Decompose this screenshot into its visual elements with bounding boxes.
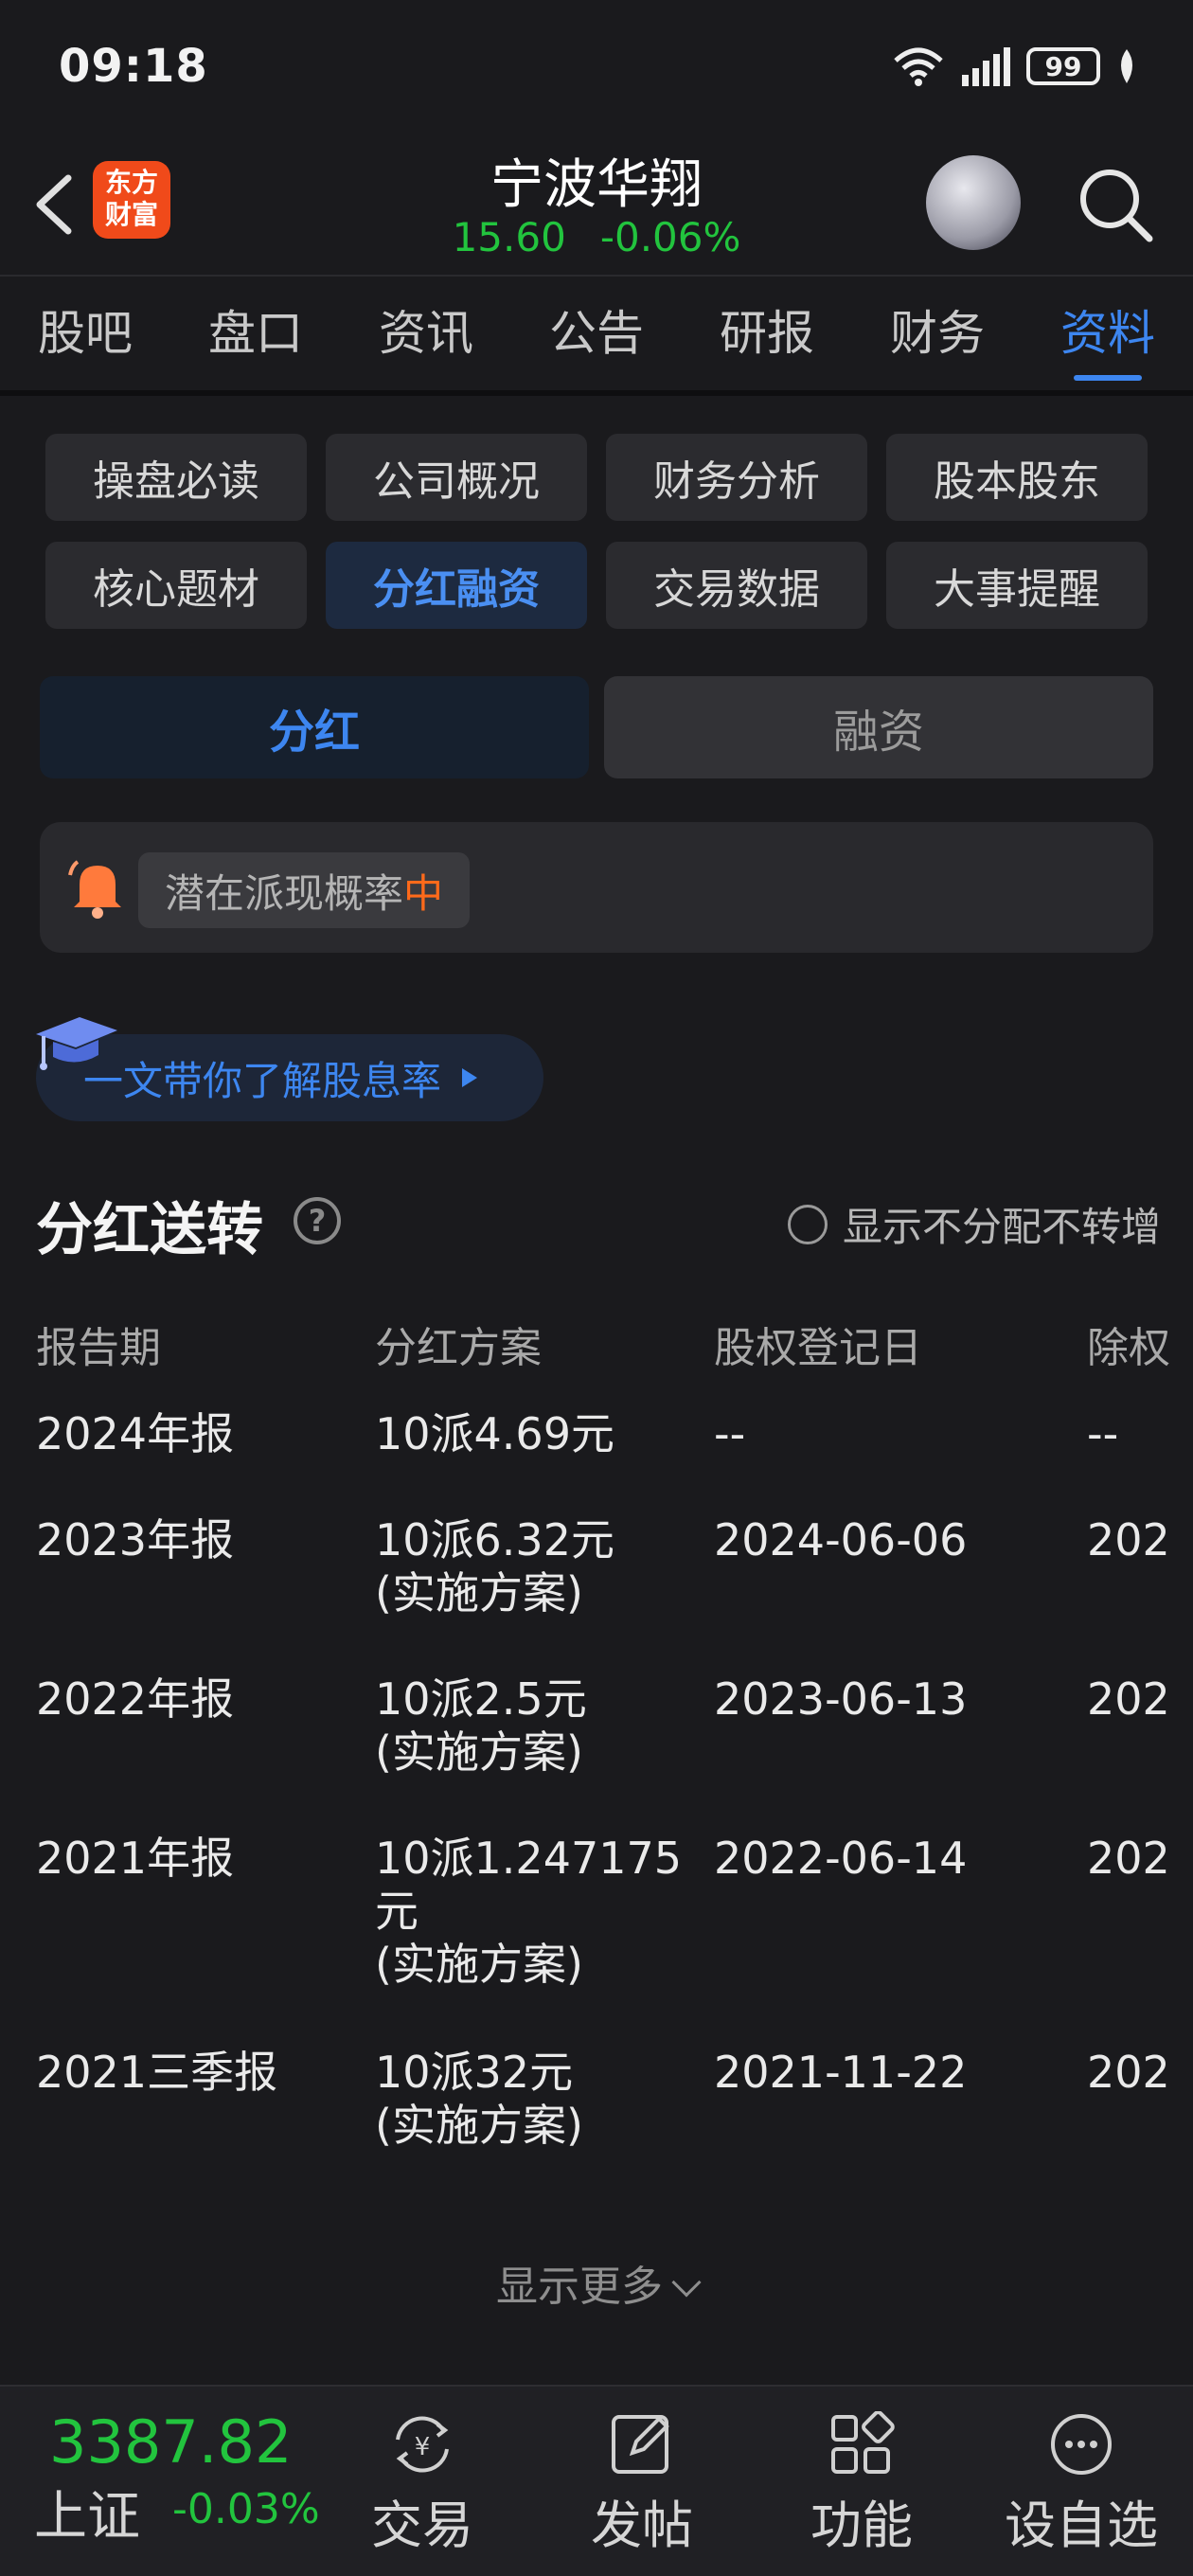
cell-record-date: 2023-06-13 bbox=[714, 1673, 968, 1725]
leaf-icon bbox=[1121, 49, 1132, 83]
bottom-bar: 3387.82 上证 -0.03% ¥ 交易 发帖 功能 设自选 bbox=[0, 2385, 1193, 2576]
segment-dividend[interactable]: 分红 bbox=[40, 676, 589, 778]
payout-probability-card: 潜在派现概率中 bbox=[40, 822, 1153, 953]
tab-pankou[interactable]: 盘口 bbox=[170, 277, 341, 390]
profile-subsections: 操盘必读 公司概况 财务分析 股本股东 核心题材 分红融资 交易数据 大事提醒 bbox=[45, 434, 1149, 629]
stock-price: 15.60 bbox=[452, 214, 566, 260]
battery-indicator: 99 bbox=[1026, 47, 1100, 85]
nav-trade-label: 交易 bbox=[371, 2496, 473, 2555]
header-ex-date[interactable]: 除权 bbox=[1087, 1307, 1193, 1392]
payout-probability-level: 中 bbox=[403, 869, 444, 917]
cell-ex-date: 202 bbox=[1087, 1673, 1170, 1725]
status-bar: 09:18 99 bbox=[0, 0, 1193, 133]
cell-plan: 10派1.247175 元 (实施方案) bbox=[375, 1833, 683, 1990]
status-icons: 99 bbox=[892, 45, 1138, 87]
play-icon bbox=[462, 1068, 478, 1087]
grid-icon bbox=[831, 2411, 895, 2474]
cell-period: 2024年报 bbox=[36, 1408, 235, 1459]
header-plan[interactable]: 分红方案 bbox=[375, 1307, 714, 1392]
index-change: -0.03% bbox=[172, 2485, 320, 2533]
wifi-icon bbox=[894, 47, 943, 86]
cell-plan: 10派2.5元 (实施方案) bbox=[375, 1673, 587, 1778]
cell-ex-date: 202 bbox=[1087, 2047, 1170, 2098]
nav-functions[interactable]: 功能 bbox=[776, 2396, 947, 2558]
dividend-section-title: 分红送转 bbox=[36, 1197, 263, 1263]
main-tabs: 股吧 盘口 资讯 公告 研报 财务 资料 bbox=[0, 275, 1193, 396]
cell-ex-date: -- bbox=[1087, 1408, 1119, 1459]
nav-post-label: 发帖 bbox=[591, 2496, 693, 2555]
tab-research[interactable]: 研报 bbox=[682, 277, 852, 390]
tab-finance[interactable]: 财务 bbox=[852, 277, 1023, 390]
signal-icon bbox=[962, 47, 1010, 86]
more-icon bbox=[1051, 2414, 1112, 2475]
help-icon[interactable]: ? bbox=[294, 1197, 341, 1244]
tab-announcements[interactable]: 公告 bbox=[511, 277, 682, 390]
tab-guba[interactable]: 股吧 bbox=[0, 277, 170, 390]
chip-shareholders[interactable]: 股本股东 bbox=[886, 434, 1148, 521]
cell-record-date: 2021-11-22 bbox=[714, 2047, 968, 2098]
graduation-cap-icon bbox=[36, 1017, 117, 1070]
header-record-date[interactable]: 股权登记日 bbox=[714, 1307, 1087, 1392]
bell-icon bbox=[68, 860, 121, 919]
payout-probability-label: 潜在派现概率 bbox=[165, 869, 404, 917]
cell-record-date: 2024-06-06 bbox=[714, 1514, 968, 1565]
payout-probability-pill[interactable]: 潜在派现概率中 bbox=[138, 852, 471, 928]
index-name: 上证 bbox=[34, 2486, 140, 2548]
cell-record-date: -- bbox=[714, 1408, 746, 1459]
nav-functions-label: 功能 bbox=[810, 2496, 913, 2555]
chip-company-overview[interactable]: 公司概况 bbox=[326, 434, 587, 521]
status-time: 09:18 bbox=[59, 40, 208, 93]
stock-change: -0.06% bbox=[599, 214, 741, 260]
trade-icon: ¥ bbox=[396, 2416, 449, 2473]
chevron-down-icon bbox=[671, 2267, 702, 2298]
table-row[interactable]: 2024年报 10派4.69元 -- -- bbox=[36, 1392, 1193, 1498]
cell-plan: 10派6.32元 (实施方案) bbox=[375, 1514, 614, 1619]
segment-financing[interactable]: 融资 bbox=[604, 676, 1153, 778]
chip-trading-data[interactable]: 交易数据 bbox=[606, 542, 867, 629]
cell-period: 2022年报 bbox=[36, 1673, 235, 1725]
dividend-financing-toggle: 分红 融资 bbox=[40, 676, 1153, 778]
chip-core-themes[interactable]: 核心题材 bbox=[45, 542, 307, 629]
assistant-avatar[interactable] bbox=[926, 155, 1021, 250]
show-more-label: 显示更多 bbox=[496, 2263, 663, 2311]
search-icon[interactable] bbox=[1070, 159, 1161, 250]
nav-add-watchlist[interactable]: 设自选 bbox=[996, 2396, 1166, 2558]
table-row[interactable]: 2021三季报 10派32元 (实施方案) 2021-11-22 202 bbox=[36, 2030, 1193, 2190]
cell-period: 2023年报 bbox=[36, 1514, 235, 1565]
table-header-row: 报告期 分红方案 股权登记日 除权 bbox=[36, 1307, 1193, 1392]
cell-plan: 10派32元 (实施方案) bbox=[375, 2047, 583, 2151]
chip-major-events[interactable]: 大事提醒 bbox=[886, 542, 1148, 629]
stock-header: 东方 财富 宁波华翔 15.60 -0.06% bbox=[0, 133, 1193, 275]
dividend-table: 报告期 分红方案 股权登记日 除权 2024年报 10派4.69元 -- -- … bbox=[36, 1307, 1193, 2190]
table-row[interactable]: 2022年报 10派2.5元 (实施方案) 2023-06-13 202 bbox=[36, 1657, 1193, 1816]
cell-ex-date: 202 bbox=[1087, 1833, 1170, 1884]
promo-text: 一文带你了解股息率 bbox=[83, 1057, 442, 1104]
index-value: 3387.82 bbox=[49, 2407, 293, 2477]
svg-text:¥: ¥ bbox=[415, 2433, 431, 2461]
chip-dividend-financing[interactable]: 分红融资 bbox=[326, 542, 587, 629]
chip-financial-analysis[interactable]: 财务分析 bbox=[606, 434, 867, 521]
nav-add-watchlist-label: 设自选 bbox=[1005, 2496, 1158, 2555]
radio-icon[interactable] bbox=[787, 1204, 828, 1244]
chip-trading-guide[interactable]: 操盘必读 bbox=[45, 434, 307, 521]
cell-record-date: 2022-06-14 bbox=[714, 1833, 968, 1884]
table-row[interactable]: 2023年报 10派6.32元 (实施方案) 2024-06-06 202 bbox=[36, 1498, 1193, 1657]
nav-trade[interactable]: ¥ 交易 bbox=[337, 2396, 507, 2558]
cell-period: 2021年报 bbox=[36, 1833, 235, 1884]
cell-period: 2021三季报 bbox=[36, 2047, 278, 2098]
show-more-button[interactable]: 显示更多 bbox=[0, 2252, 1193, 2313]
toggle-label: 显示不分配不转增 bbox=[842, 1204, 1161, 1250]
table-row[interactable]: 2021年报 10派1.247175 元 (实施方案) 2022-06-14 2… bbox=[36, 1816, 1193, 2030]
edit-icon bbox=[612, 2415, 669, 2474]
cell-plan: 10派4.69元 bbox=[375, 1408, 614, 1459]
cell-ex-date: 202 bbox=[1087, 1514, 1170, 1565]
header-period[interactable]: 报告期 bbox=[36, 1307, 375, 1392]
tab-news[interactable]: 资讯 bbox=[341, 277, 511, 390]
nav-post[interactable]: 发帖 bbox=[557, 2396, 727, 2558]
tab-profile[interactable]: 资料 bbox=[1023, 277, 1193, 390]
show-no-distribution-toggle[interactable]: 显示不分配不转增 bbox=[787, 1195, 1161, 1253]
